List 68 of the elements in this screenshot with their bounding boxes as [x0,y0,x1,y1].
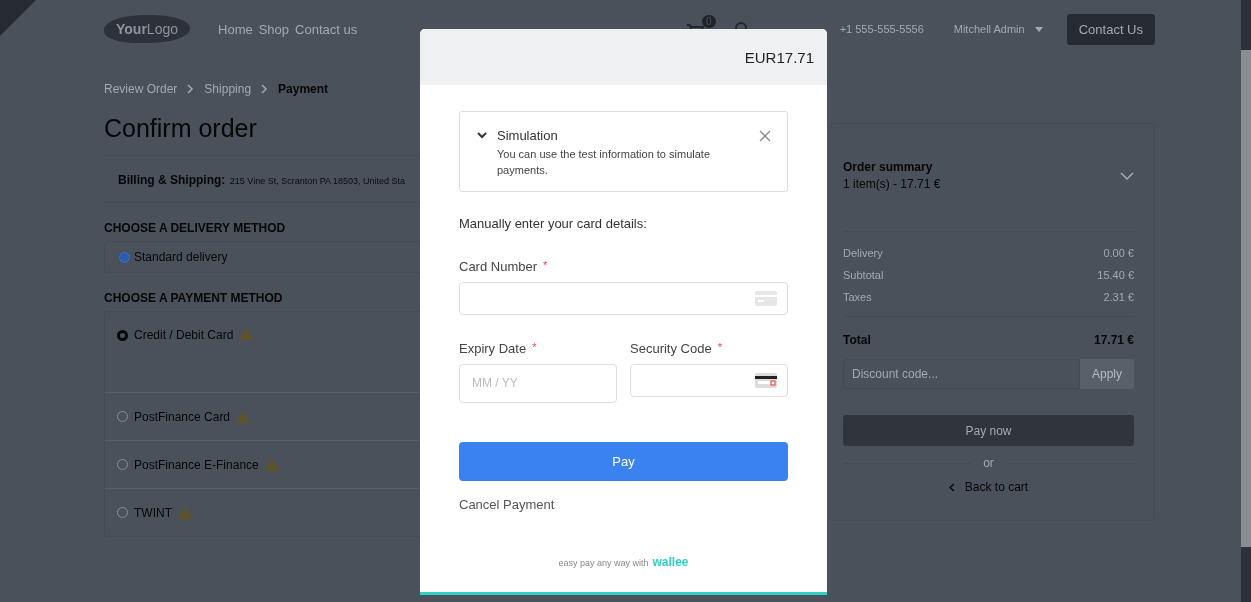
apply-button[interactable]: Apply [1080,359,1134,389]
card-number-field[interactable] [459,281,788,315]
phone-number[interactable]: +1 555-555-5556 [839,23,924,35]
warning-icon [264,458,279,471]
nav-link[interactable]: Contact us [295,21,358,37]
summary-label: Subtotal [843,269,884,281]
order-summary-title: Order summary [843,160,934,174]
footer-text: easy pay any way with [558,557,649,568]
chevron-left-icon[interactable] [948,482,955,492]
breadcrumb-item[interactable]: Shipping [204,82,252,96]
warning-icon [236,410,251,423]
summary-value: 0.00 € [1103,247,1134,259]
required-mark: * [543,258,548,273]
close-icon[interactable] [759,130,771,142]
chevron-right-icon [187,84,195,94]
nav-link[interactable]: Shop [258,21,290,37]
required-mark: * [717,340,722,355]
payment-option[interactable]: Credit / Debit Card [134,328,234,342]
item-count: 1 item(s) - 17.71 € [843,177,941,191]
security-code-field[interactable] [630,363,788,397]
simulation-title[interactable]: Simulation [497,128,749,143]
payment-option[interactable]: TWINT [134,505,172,520]
summary-label: Delivery [843,247,883,259]
pay-button[interactable]: Pay [459,441,788,481]
breadcrumb-item[interactable]: Review Order [104,82,178,96]
payment-option[interactable]: PostFinance E-Finance [134,457,259,472]
summary-value: 2.31 € [1103,291,1134,303]
summary-value: 15.40 € [1097,269,1134,281]
section-heading: CHOOSE A DELIVERY METHOD [104,221,287,235]
cancel-payment-link[interactable]: Cancel Payment [459,496,555,512]
radio-button[interactable] [119,251,130,263]
payment-option[interactable]: PostFinance Card [134,409,231,424]
discount-code-field[interactable]: Discount code... [843,359,1080,389]
required-mark: * [532,340,537,355]
user-menu[interactable]: Mitchell Admin [953,23,1025,35]
payment-amount: EUR17.71 [744,48,814,66]
billing-address: 215 Vine St, Scranton PA 18503, United Sta [229,176,406,186]
field-label: Expiry Date [459,340,527,356]
or-divider-text: or [983,456,994,470]
field-label: Card Number [459,258,538,274]
back-to-cart-link[interactable]: Back to cart [964,480,1029,494]
chevron-right-icon [261,84,269,94]
logo[interactable]: YourLogo [104,15,190,43]
expiry-date-field[interactable]: MM / YY [459,363,617,403]
warning-icon [178,506,192,519]
pay-now-button[interactable]: Pay now [843,415,1134,446]
contact-us-button[interactable]: Contact Us [1066,13,1155,45]
section-heading: CHOOSE A PAYMENT METHOD [104,291,284,305]
scrollbar[interactable] [1241,0,1251,602]
breadcrumb-item[interactable]: Payment [278,82,329,96]
nav-link[interactable]: Home [218,21,253,37]
billing-label: Billing & Shipping: [118,173,226,187]
field-label: Security Code [630,340,712,356]
page-title: Confirm order [104,114,258,143]
radio-button[interactable] [117,330,128,341]
total-value: 17.71 € [1093,333,1134,347]
warning-icon [239,328,254,340]
card-icon [755,290,777,306]
chevron-down-icon[interactable] [477,132,487,139]
delivery-option[interactable]: Standard delivery [134,250,228,264]
total-label: Total [843,333,871,347]
simulation-text: You can use the test information to simulate payments. [497,147,711,178]
summary-label: Taxes [843,291,872,303]
brand-logo: wallee [652,554,689,569]
caret-icon[interactable] [1034,26,1043,32]
instruction-text: Manually enter your card details: [459,215,648,231]
card-back-icon [755,372,777,388]
corner-tab[interactable] [0,0,36,36]
